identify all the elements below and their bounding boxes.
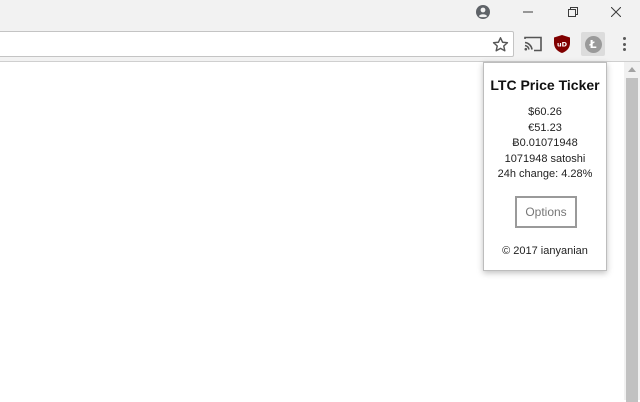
browser-toolbar: uD Ł	[0, 26, 640, 62]
page-scrollbar[interactable]	[624, 62, 640, 402]
close-button[interactable]	[594, 0, 638, 24]
profile-icon[interactable]	[475, 4, 491, 20]
maximize-icon	[568, 7, 578, 17]
ltc-price-popup: LTC Price Ticker $60.26 €51.23 Ƀ0.010719…	[483, 62, 607, 271]
ltc-extension-button[interactable]: Ł	[581, 32, 605, 56]
minimize-icon	[523, 11, 533, 13]
menu-icon[interactable]	[616, 36, 632, 52]
scroll-thumb[interactable]	[626, 78, 638, 402]
price-satoshi: 1071948 satoshi	[504, 152, 586, 165]
maximize-button[interactable]	[551, 0, 595, 24]
price-usd: $60.26	[528, 106, 562, 118]
minimize-button[interactable]	[506, 0, 550, 24]
address-bar[interactable]	[0, 31, 514, 57]
price-list: $60.26 €51.23 Ƀ0.01071948 1071948 satosh…	[484, 105, 606, 183]
svg-text:uD: uD	[557, 41, 568, 49]
close-icon	[611, 7, 621, 17]
popup-title: LTC Price Ticker	[490, 77, 600, 93]
price-eur: €51.23	[528, 121, 562, 134]
price-btc: Ƀ0.01071948	[512, 137, 578, 149]
copyright-text: © 2017 ianyanian	[502, 245, 588, 257]
options-button[interactable]: Options	[515, 196, 577, 228]
scroll-up-arrow-icon[interactable]	[628, 67, 636, 72]
litecoin-icon: Ł	[584, 35, 602, 53]
star-icon[interactable]	[492, 36, 509, 53]
cast-icon[interactable]	[524, 36, 542, 52]
ublock-origin-icon[interactable]: uD	[553, 34, 571, 54]
title-bar	[0, 0, 640, 26]
price-24h-change: 24h change: 4.28%	[497, 168, 593, 180]
